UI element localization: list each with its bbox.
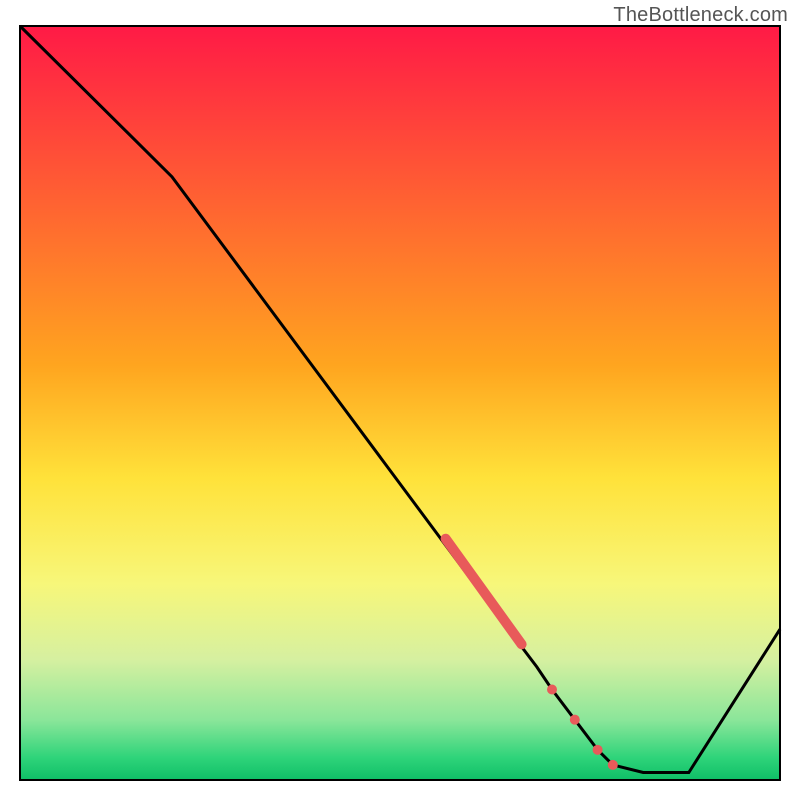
highlight-point [547,685,557,695]
highlight-point [593,745,603,755]
watermark-text: TheBottleneck.com [613,4,788,27]
highlight-point [570,715,580,725]
highlight-point [608,760,618,770]
bottleneck-chart [0,0,800,800]
chart-frame: TheBottleneck.com [0,0,800,800]
